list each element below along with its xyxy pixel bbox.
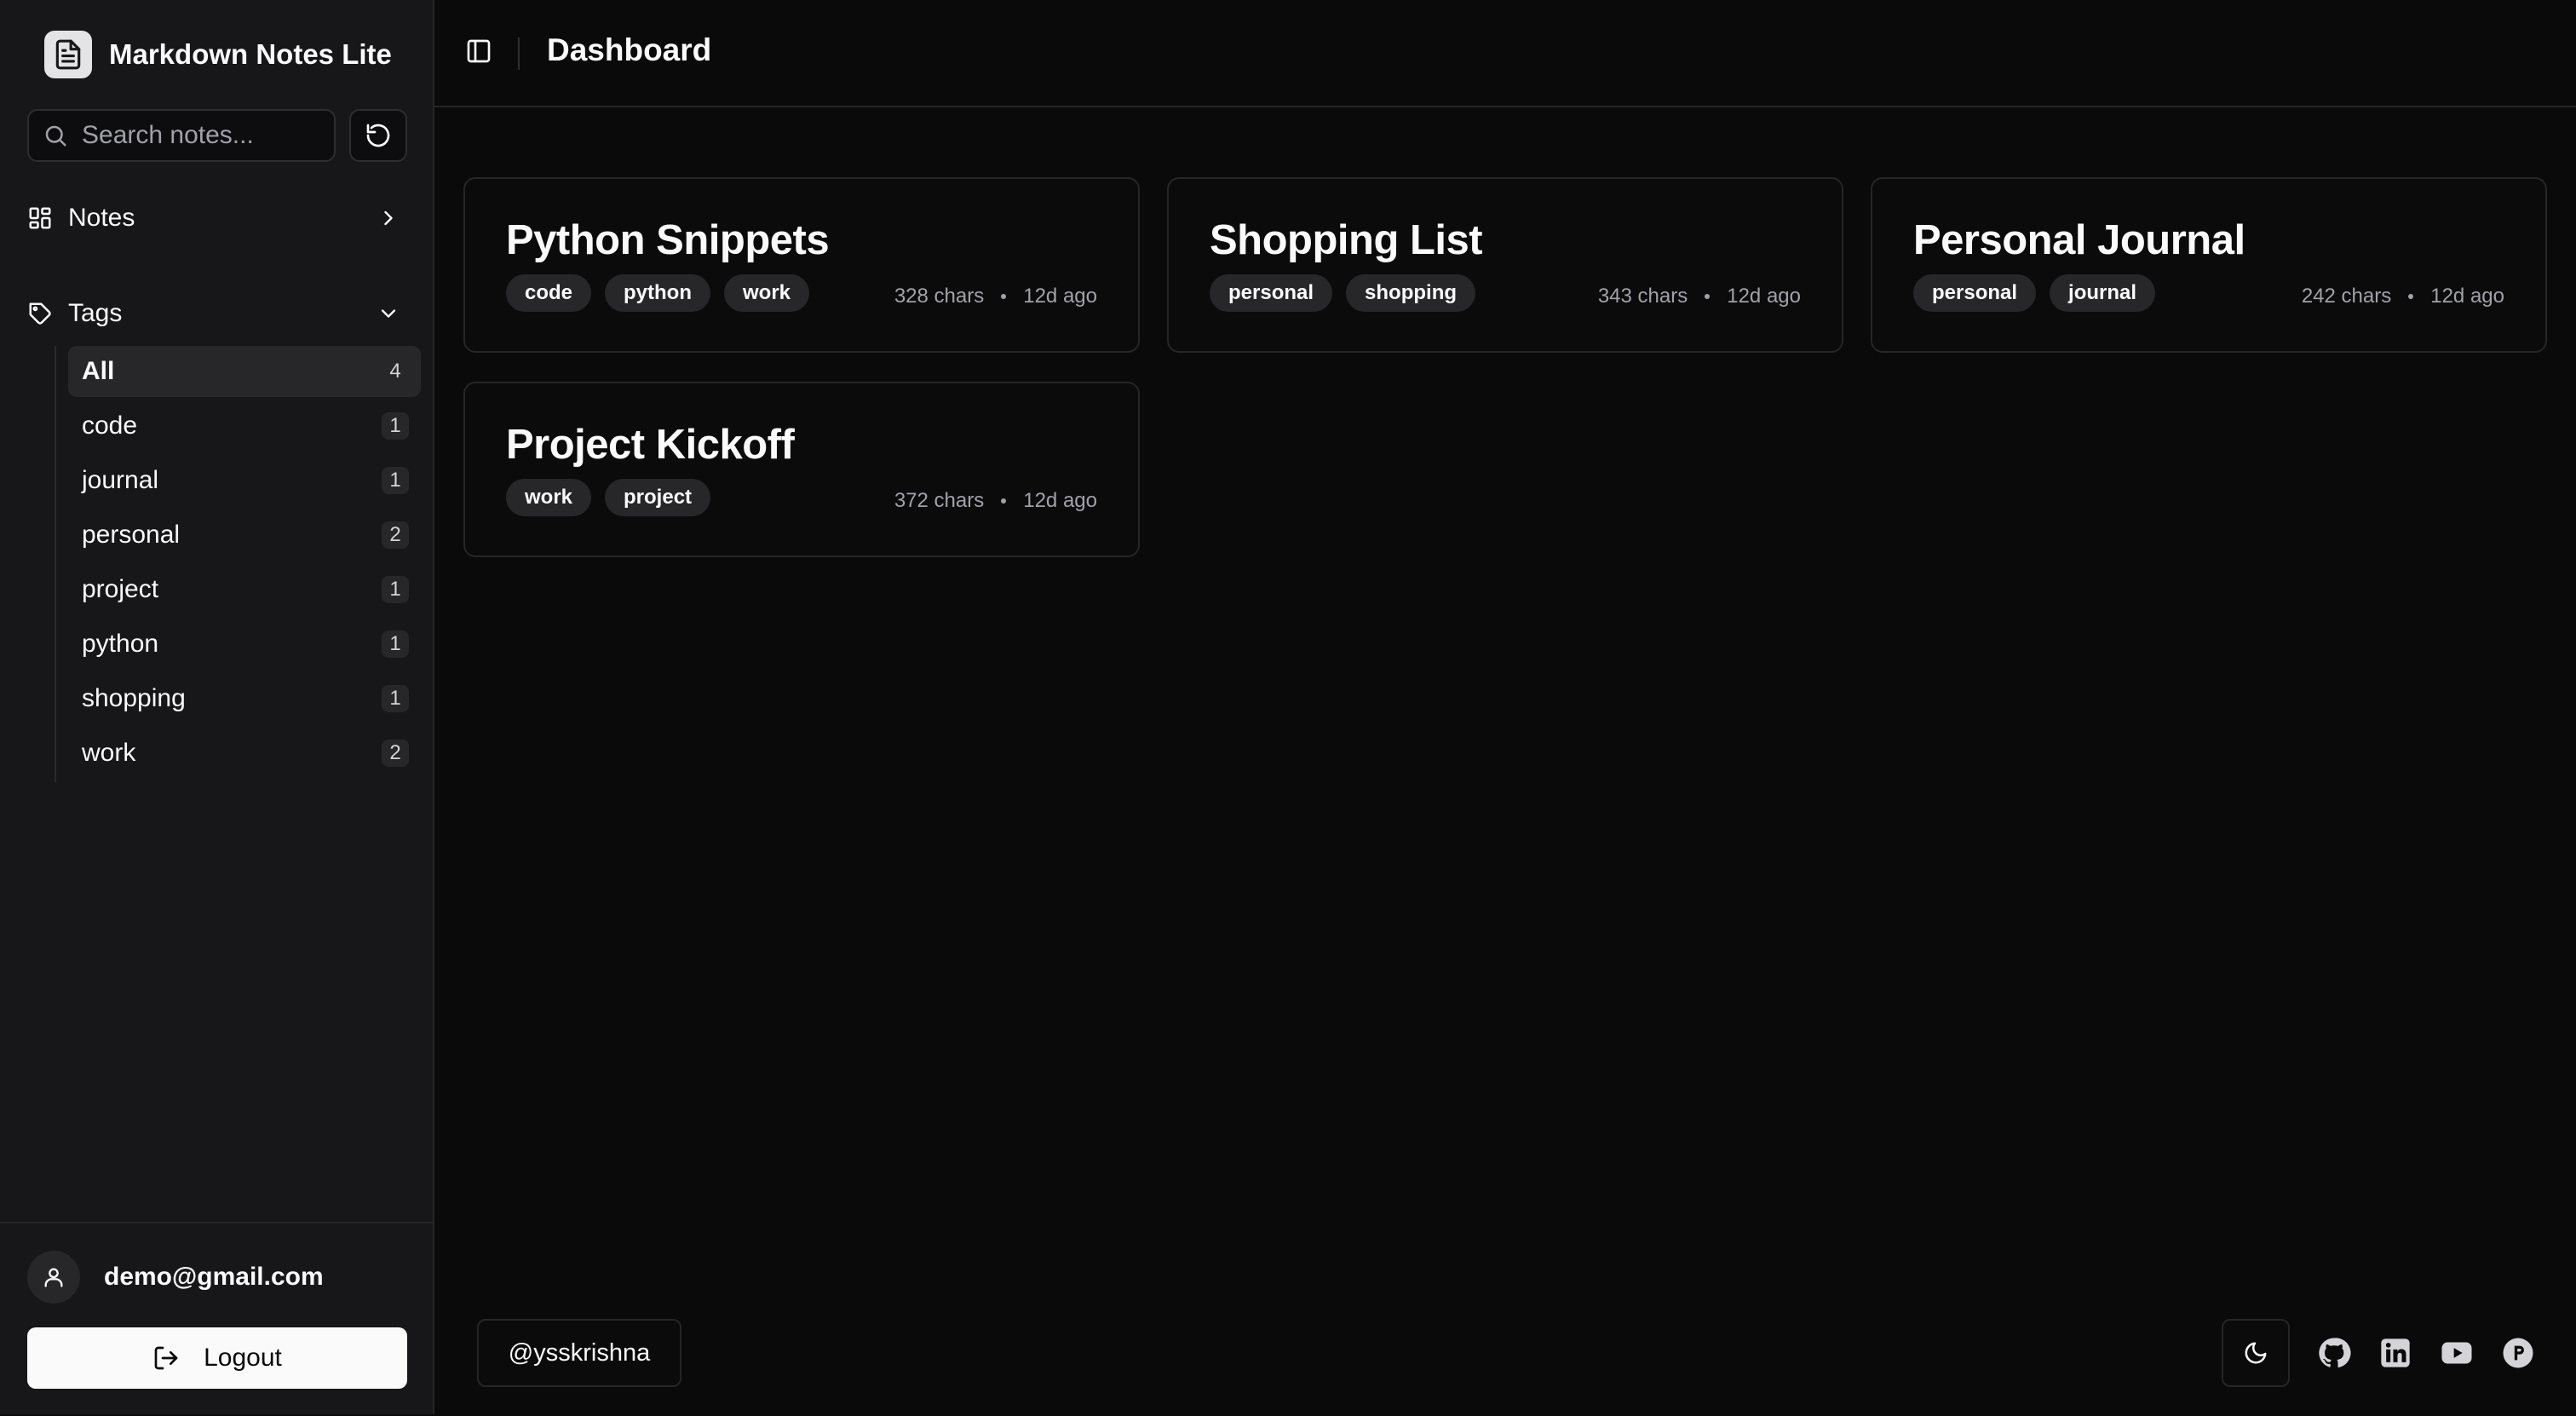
tag-name: work — [82, 739, 136, 767]
tag-count: 1 — [382, 576, 409, 603]
tag-name: code — [82, 412, 138, 440]
layout-grid-icon — [27, 205, 53, 231]
note-card[interactable]: Personal Journal personal journal 242 ch… — [1871, 177, 2547, 353]
tag-item-shopping[interactable]: shopping 1 — [68, 673, 421, 724]
tag-icon — [27, 301, 53, 326]
theme-toggle-button[interactable] — [2222, 1319, 2290, 1387]
note-tags: personal journal — [1913, 274, 2169, 312]
tag-item-code[interactable]: code 1 — [68, 400, 421, 452]
refresh-button[interactable] — [349, 109, 407, 162]
note-char-count: 328 chars — [894, 285, 985, 308]
tag-item-personal[interactable]: personal 2 — [68, 509, 421, 561]
tag-name: journal — [82, 466, 159, 494]
sidebar-item-notes[interactable]: Notes — [27, 193, 409, 244]
refresh-icon — [365, 122, 392, 149]
tag-item-journal[interactable]: journal 1 — [68, 455, 421, 506]
tag-count: 4 — [389, 360, 401, 383]
header-divider — [518, 37, 520, 70]
tag-chip[interactable]: work — [506, 479, 592, 516]
tag-name: project — [82, 575, 159, 603]
note-card[interactable]: Shopping List personal shopping 343 char… — [1167, 177, 1843, 353]
tag-count: 1 — [382, 412, 409, 440]
note-char-count: 372 chars — [894, 489, 985, 512]
note-meta: 242 chars 12d ago — [2302, 285, 2504, 308]
tag-chip[interactable]: personal — [1913, 274, 2037, 312]
note-meta: 328 chars 12d ago — [894, 285, 1097, 308]
notes-label: Notes — [68, 204, 135, 232]
tag-item-work[interactable]: work 2 — [68, 728, 421, 779]
tag-count: 2 — [382, 521, 409, 549]
note-updated: 12d ago — [1727, 285, 1801, 308]
meta-separator — [1705, 294, 1711, 299]
tag-name: python — [82, 630, 159, 658]
note-title: Shopping List — [1210, 217, 1483, 263]
file-text-icon — [44, 31, 92, 78]
note-tags: code python work — [506, 274, 823, 312]
note-card[interactable]: Project Kickoff work project 372 chars 1… — [463, 382, 1140, 557]
chevron-right-icon — [377, 206, 400, 230]
author-handle-link[interactable]: @ysskrishna — [477, 1319, 681, 1387]
tag-item-project[interactable]: project 1 — [68, 564, 421, 615]
header: Dashboard — [434, 0, 2576, 107]
tag-chip[interactable]: journal — [2050, 274, 2156, 312]
log-out-icon — [152, 1344, 180, 1372]
github-icon[interactable] — [2317, 1336, 2351, 1370]
tag-item-python[interactable]: python 1 — [68, 619, 421, 670]
sidebar-footer: demo@gmail.com Logout — [0, 1222, 433, 1416]
tag-chip[interactable]: code — [506, 274, 592, 312]
tag-chip[interactable]: work — [724, 274, 810, 312]
tag-chip[interactable]: personal — [1210, 274, 1333, 312]
tags-label: Tags — [68, 299, 123, 327]
meta-separator — [1001, 294, 1007, 299]
tag-name: shopping — [82, 684, 186, 712]
tag-name: All — [82, 357, 115, 385]
page-title: Dashboard — [547, 32, 712, 67]
sidebar-item-tags[interactable]: Tags — [27, 288, 409, 339]
user-info: demo@gmail.com — [27, 1251, 324, 1304]
note-title: Personal Journal — [1913, 217, 2245, 263]
producthunt-icon[interactable] — [2501, 1336, 2535, 1370]
note-card[interactable]: Python Snippets code python work 328 cha… — [463, 177, 1140, 353]
logout-button[interactable]: Logout — [27, 1327, 407, 1389]
tag-chip[interactable]: python — [605, 274, 710, 312]
avatar — [27, 1251, 80, 1304]
logout-label: Logout — [204, 1344, 282, 1372]
meta-separator — [2408, 294, 2414, 299]
search-box — [27, 109, 412, 162]
note-title: Python Snippets — [506, 217, 830, 263]
linkedin-icon[interactable] — [2378, 1336, 2412, 1370]
tag-name: personal — [82, 521, 181, 549]
youtube-icon[interactable] — [2440, 1336, 2474, 1370]
note-updated: 12d ago — [2430, 285, 2504, 308]
note-char-count: 343 chars — [1597, 285, 1688, 308]
tag-count: 1 — [382, 630, 409, 658]
note-meta: 343 chars 12d ago — [1598, 285, 1801, 308]
note-title: Project Kickoff — [506, 422, 795, 468]
note-meta: 372 chars 12d ago — [894, 489, 1097, 513]
brand[interactable]: Markdown Notes Lite — [44, 31, 392, 78]
sidebar: Markdown Notes Lite Notes — [0, 0, 434, 1414]
tag-list: All 4 code 1 journal 1 personal 2 projec… — [55, 346, 421, 782]
sidebar-toggle-button[interactable] — [465, 37, 492, 65]
panel-left-icon — [465, 37, 492, 65]
tag-chip[interactable]: shopping — [1346, 274, 1476, 312]
search-icon — [43, 123, 68, 148]
note-tags: personal shopping — [1210, 274, 1489, 312]
moon-icon — [2243, 1340, 2268, 1366]
tag-item-all[interactable]: All 4 — [68, 346, 421, 397]
note-updated: 12d ago — [1023, 489, 1097, 512]
tag-chip[interactable]: project — [605, 479, 711, 516]
note-updated: 12d ago — [1023, 285, 1097, 308]
tag-count: 1 — [382, 467, 409, 494]
tag-count: 1 — [382, 685, 409, 712]
app-name: Markdown Notes Lite — [109, 38, 392, 70]
note-char-count: 242 chars — [2301, 285, 2392, 308]
chevron-down-icon — [377, 302, 400, 325]
user-icon — [42, 1265, 66, 1289]
note-tags: work project — [506, 479, 724, 516]
user-email: demo@gmail.com — [104, 1263, 324, 1291]
tag-count: 2 — [382, 740, 409, 767]
meta-separator — [1001, 498, 1007, 504]
